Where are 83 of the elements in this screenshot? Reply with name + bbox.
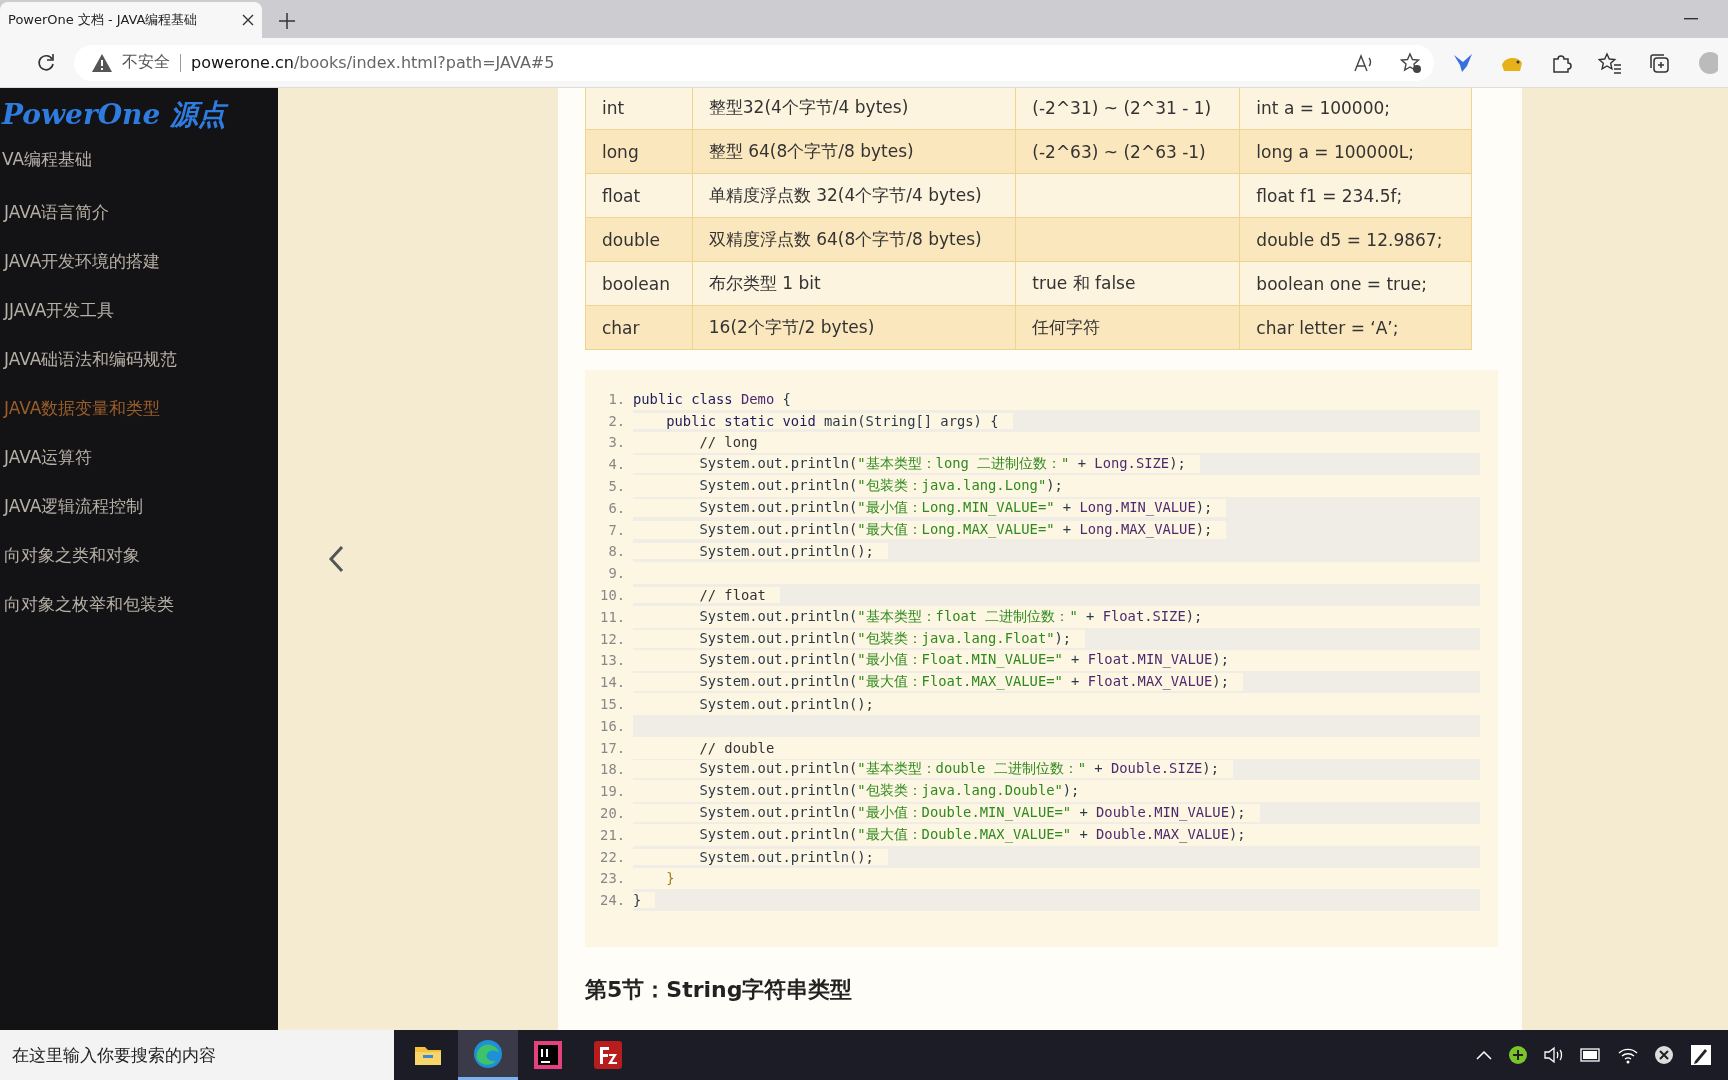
line-number: 5. xyxy=(607,478,626,495)
collections-icon[interactable] xyxy=(1648,51,1670,74)
sidebar-item[interactable]: 向对象之类和对象 xyxy=(0,531,278,580)
line-number: 19. xyxy=(599,783,626,800)
sidebar-item[interactable]: JJAVA开发工具 xyxy=(0,286,278,335)
warning-icon xyxy=(92,53,112,72)
table-cell: char xyxy=(602,317,640,338)
line-number: 15. xyxy=(599,696,626,713)
browser-tab[interactable]: PowerOne 文档 - JAVA编程基础 xyxy=(0,2,262,38)
line-number: 7. xyxy=(607,521,626,538)
line-number: 17. xyxy=(599,739,626,756)
table-cell: float f1 = 234.5f; xyxy=(1256,185,1403,206)
sidebar-item[interactable]: 向对象之枚举和包装类 xyxy=(0,580,278,629)
pen-icon[interactable] xyxy=(1690,1044,1712,1066)
close-circle-icon[interactable] xyxy=(1654,1045,1674,1065)
sidebar-item[interactable]: JAVA础语法和编码规范 xyxy=(0,335,278,384)
read-aloud-icon[interactable] xyxy=(1354,53,1374,72)
sidebar-section-title[interactable]: VA编程基础 xyxy=(2,148,278,188)
line-number: 9. xyxy=(607,565,626,582)
table-cell: (-2^31) ~ (2^31 - 1) xyxy=(1032,97,1212,118)
minimize-icon[interactable] xyxy=(1684,18,1698,20)
table-cell: float xyxy=(602,185,641,206)
close-icon[interactable] xyxy=(242,14,254,26)
line-number: 8. xyxy=(607,543,626,560)
security-label: 不安全 xyxy=(122,52,170,73)
speaker-icon[interactable] xyxy=(1544,1046,1564,1064)
line-number: 4. xyxy=(607,456,626,473)
line-number: 21. xyxy=(599,826,626,843)
wifi-icon[interactable] xyxy=(1618,1046,1638,1064)
line-number: 3. xyxy=(607,434,626,451)
sidebar-item[interactable]: JAVA开发环境的搭建 xyxy=(0,237,278,286)
line-number: 16. xyxy=(599,717,626,734)
table-cell: 双精度浮点数 64(8个字节/8 bytes) xyxy=(708,229,982,249)
line-number: 11. xyxy=(599,608,626,625)
add-favorite-icon[interactable] xyxy=(1400,51,1422,74)
table-cell: int a = 100000; xyxy=(1256,97,1390,118)
table-cell: int xyxy=(602,97,625,118)
table-cell: 布尔类型 1 bit xyxy=(708,273,821,293)
line-number: 12. xyxy=(599,630,626,647)
plus-circle-icon[interactable] xyxy=(1508,1045,1528,1065)
table-cell: 单精度浮点数 32(4个字节/4 bytes) xyxy=(708,185,982,205)
sidebar-item[interactable]: JAVA运算符 xyxy=(0,433,278,482)
line-number: 14. xyxy=(599,674,626,691)
battery-icon[interactable] xyxy=(1580,1048,1602,1062)
line-number: 18. xyxy=(599,761,626,778)
chevron-up-icon[interactable] xyxy=(1476,1050,1492,1060)
line-number: 22. xyxy=(599,848,626,865)
table-cell: long a = 100000L; xyxy=(1256,141,1414,162)
sidebar-item[interactable]: JAVA数据变量和类型 xyxy=(0,384,278,433)
line-number: 1. xyxy=(607,390,626,407)
line-number: 10. xyxy=(599,587,626,604)
table-cell: true 和 false xyxy=(1032,273,1136,293)
line-number: 23. xyxy=(599,870,626,887)
bird-icon[interactable] xyxy=(1452,52,1474,73)
line-number: 13. xyxy=(599,652,626,669)
table-cell: boolean xyxy=(602,273,670,294)
table-cell: 任何字符 xyxy=(1032,317,1101,337)
search-field[interactable]: 在这里输入你要搜索的内容 xyxy=(0,1030,394,1080)
table-cell: double xyxy=(602,229,660,250)
sidebar-item[interactable]: JAVA逻辑流程控制 xyxy=(0,482,278,531)
url-text: powerone.cn/books/index.html?path=JAVA#5 xyxy=(191,53,555,72)
reload-icon[interactable] xyxy=(36,52,56,73)
table-cell: boolean one = true; xyxy=(1256,273,1428,294)
sidebar-item[interactable]: JAVA语言简介 xyxy=(0,188,278,237)
table-cell: (-2^63) ~ (2^63 -1) xyxy=(1032,141,1206,162)
table-cell: char letter = ‘A’; xyxy=(1256,317,1399,338)
table-cell: 16(2个字节/2 bytes) xyxy=(708,317,875,337)
new-tab-icon[interactable] xyxy=(278,12,296,30)
table-cell: 整型32(4个字节/4 bytes) xyxy=(708,97,909,117)
line-number: 2. xyxy=(607,412,626,429)
line-number: 24. xyxy=(599,892,626,909)
site-logo[interactable]: PowerOne 源点 xyxy=(2,96,278,134)
table-cell: double d5 = 12.9867; xyxy=(1256,229,1443,250)
ide-icon xyxy=(534,1041,562,1069)
table-cell: long xyxy=(602,141,639,162)
favorites-icon[interactable] xyxy=(1598,51,1622,74)
table-cell: 整型 64(8个字节/8 bytes) xyxy=(708,141,914,161)
section-heading: 第5节：String字符串类型 xyxy=(585,976,854,1005)
ftp-icon xyxy=(594,1041,622,1069)
address-bar[interactable]: 不安全 powerone.cn/books/index.html?path=JAVA#5 xyxy=(74,44,1434,81)
browser-icon xyxy=(473,1038,503,1069)
line-number: 6. xyxy=(607,499,626,516)
line-number: 20. xyxy=(599,805,626,822)
